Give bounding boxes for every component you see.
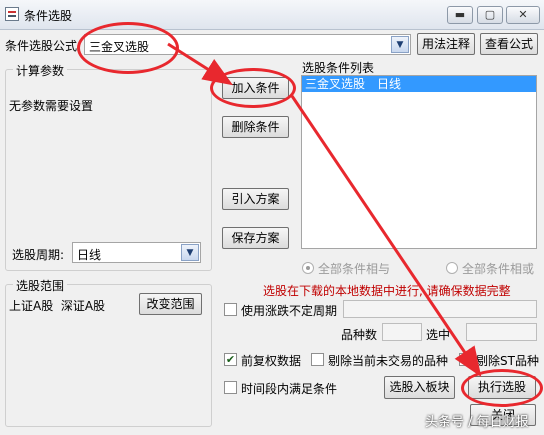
- annotation-arrows: [167, 42, 482, 377]
- arrow-to-execute: [290, 95, 482, 377]
- watermark: 头条号 / 每日财报: [425, 415, 529, 430]
- arrow-to-add: [167, 42, 234, 86]
